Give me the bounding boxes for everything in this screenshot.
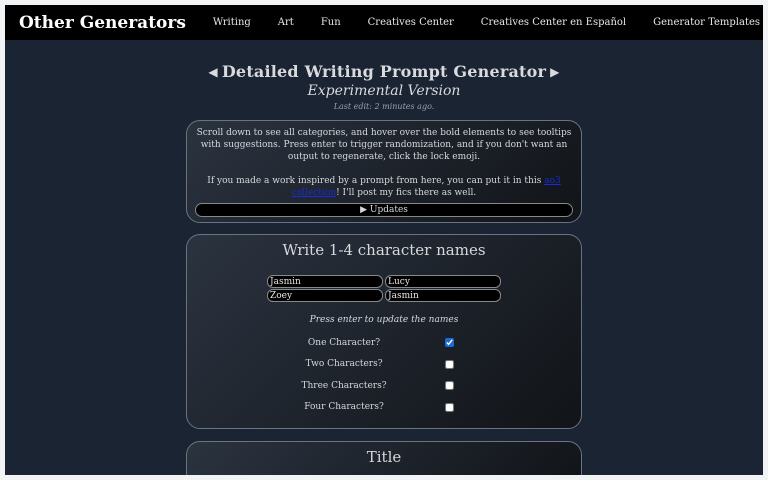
- title-heading: Title: [366, 448, 402, 466]
- character-names-heading: Write 1-4 character names: [282, 241, 486, 259]
- collection-text-before: If you made a work inspired by a prompt …: [207, 176, 545, 186]
- option-checkbox-two[interactable]: [445, 359, 454, 369]
- info-paragraph-collection: If you made a work inspired by a prompt …: [195, 175, 573, 199]
- next-arrow-icon[interactable]: ▶: [550, 65, 559, 79]
- prev-arrow-icon[interactable]: ◀: [208, 65, 217, 79]
- nav-link-creatives-center[interactable]: Creatives Center: [368, 17, 454, 28]
- option-checkbox-three[interactable]: [445, 381, 454, 391]
- nav-link-creatives-center-es[interactable]: Creatives Center en Español: [481, 17, 626, 28]
- character-names-card: Write 1-4 character names Press enter to…: [186, 234, 582, 429]
- nav-link-fun[interactable]: Fun: [321, 17, 341, 28]
- name-inputs-grid: [267, 275, 501, 302]
- option-row-two: Two Characters?: [284, 354, 484, 376]
- info-card: Scroll down to see all categories, and h…: [186, 120, 582, 223]
- option-row-one: One Character?: [284, 332, 484, 354]
- names-hint: Press enter to update the names: [309, 315, 459, 325]
- nav-link-writing[interactable]: Writing: [213, 17, 251, 28]
- collection-text-after: ! I'll post my fics there as well.: [336, 188, 477, 198]
- title-card: Title: [186, 441, 582, 475]
- nav-link-generator-templates[interactable]: Generator Templates: [653, 17, 760, 28]
- updates-toggle[interactable]: ▶ Updates: [195, 203, 573, 217]
- name-input-1[interactable]: [267, 275, 383, 288]
- option-row-four: Four Characters?: [284, 397, 484, 419]
- info-paragraph-instructions: Scroll down to see all categories, and h…: [196, 128, 572, 162]
- option-label-one: One Character?: [307, 337, 381, 348]
- name-input-2[interactable]: [385, 275, 501, 288]
- character-count-options: One Character? Two Characters? Three Cha…: [284, 332, 484, 418]
- top-navbar: Other Generators Writing Art Fun Creativ…: [5, 5, 763, 40]
- option-label-four: Four Characters?: [304, 402, 384, 413]
- nav-links: Writing Art Fun Creatives Center Creativ…: [186, 17, 760, 28]
- page-title: Detailed Writing Prompt Generator: [221, 62, 547, 81]
- name-input-4[interactable]: [385, 289, 501, 302]
- option-checkbox-four[interactable]: [445, 402, 454, 412]
- page-subtitle: Experimental Version: [307, 83, 461, 99]
- page-header: ◀ Detailed Writing Prompt Generator ▶ Ex…: [5, 62, 763, 111]
- option-row-three: Three Characters?: [284, 375, 484, 397]
- brand-link[interactable]: Other Generators: [19, 13, 186, 33]
- page-frame: Other Generators Writing Art Fun Creativ…: [5, 5, 763, 475]
- name-input-3[interactable]: [267, 289, 383, 302]
- option-label-two: Two Characters?: [305, 359, 383, 370]
- page-title-row: ◀ Detailed Writing Prompt Generator ▶: [5, 62, 763, 81]
- nav-link-art[interactable]: Art: [278, 17, 294, 28]
- option-checkbox-one[interactable]: [445, 338, 454, 348]
- last-edit-text: Last edit: 2 minutes ago.: [333, 102, 435, 111]
- option-label-three: Three Characters?: [301, 380, 387, 391]
- info-text: Scroll down to see all categories, and h…: [195, 127, 573, 199]
